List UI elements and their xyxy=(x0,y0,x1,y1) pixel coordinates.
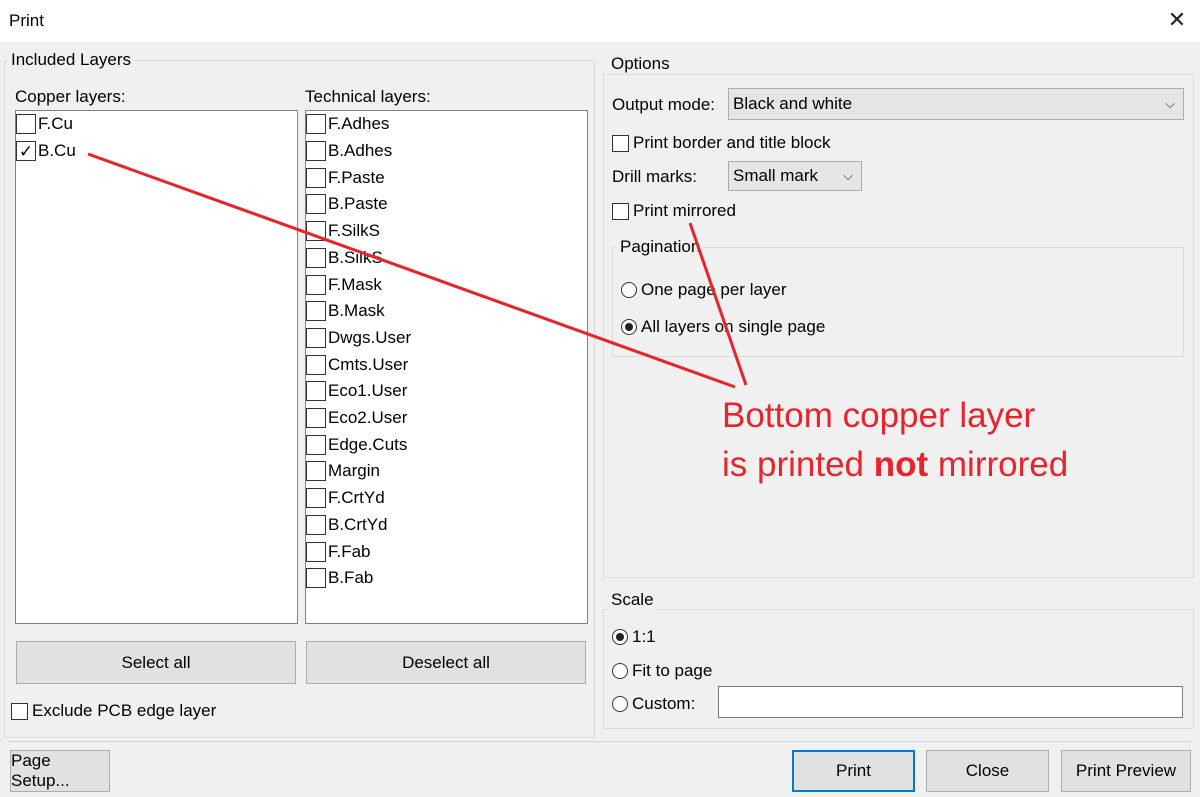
annotation-arrows xyxy=(87,152,748,389)
arrow-to-bcu xyxy=(87,152,736,389)
arrow-to-print-mirrored xyxy=(688,222,748,386)
